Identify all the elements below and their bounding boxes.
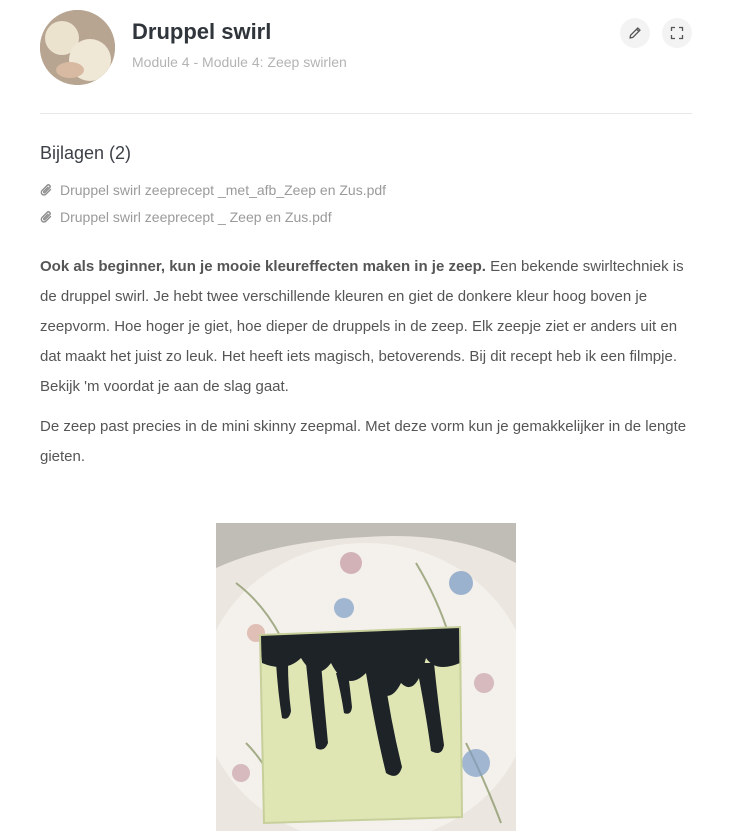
intro-bold: Ook als beginner, kun je mooie kleureffe…: [40, 258, 486, 275]
expand-icon: [670, 26, 684, 40]
paperclip-icon: [40, 183, 52, 196]
fullscreen-button[interactable]: [662, 18, 692, 48]
header-divider: [40, 113, 692, 114]
intro-text: Een bekende swirltechniek is de druppel …: [40, 258, 684, 395]
pencil-icon: [629, 27, 641, 39]
lesson-content: Ook als beginner, kun je mooie kleureffe…: [40, 252, 700, 482]
page-title: Druppel swirl: [132, 19, 272, 44]
attachments-list: Druppel swirl zeeprecept _met_afb_Zeep e…: [40, 176, 386, 230]
attachment-label: Druppel swirl zeeprecept _ Zeep en Zus.p…: [60, 208, 332, 225]
attachments-heading: Bijlagen (2): [40, 143, 132, 163]
attachment-label: Druppel swirl zeeprecept _met_afb_Zeep e…: [60, 181, 387, 198]
breadcrumb: Module 4 - Module 4: Zeep swirlen: [132, 54, 347, 70]
soap-photo: [216, 523, 516, 831]
edit-button[interactable]: [620, 18, 650, 48]
attachment-link[interactable]: Druppel swirl zeeprecept _ Zeep en Zus.p…: [40, 203, 386, 230]
second-paragraph: De zeep past precies in de mini skinny z…: [40, 418, 687, 465]
intro-paragraph: Ook als beginner, kun je mooie kleureffe…: [40, 252, 700, 402]
paperclip-icon: [40, 210, 52, 223]
attachment-link[interactable]: Druppel swirl zeeprecept _met_afb_Zeep e…: [40, 176, 386, 203]
module-thumbnail: [40, 10, 115, 85]
